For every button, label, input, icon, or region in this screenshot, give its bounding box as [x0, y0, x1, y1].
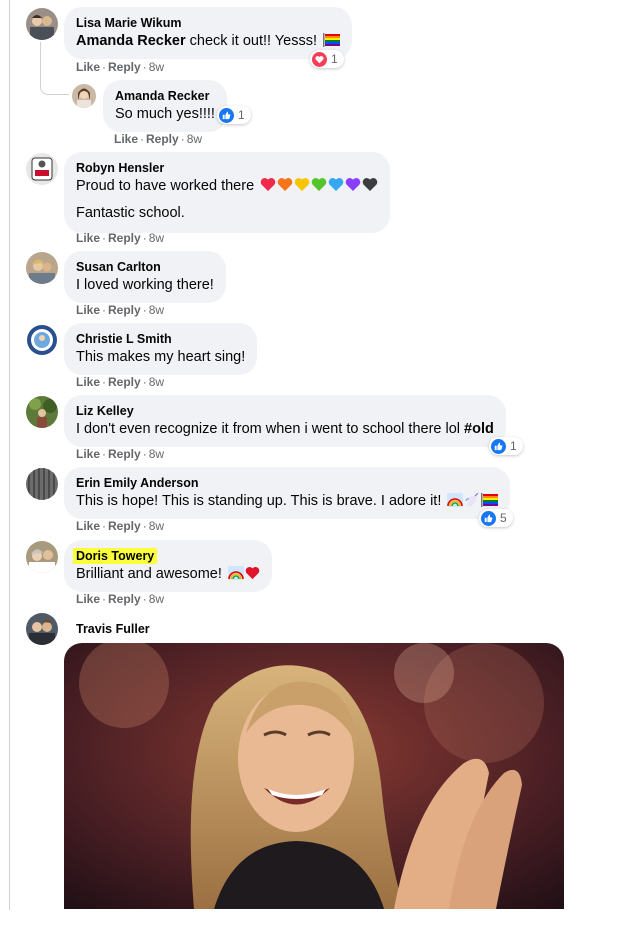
comment-author[interactable]: Christie L Smith — [76, 331, 172, 347]
timestamp[interactable]: 8w — [149, 303, 164, 317]
heart-emoji-icon — [328, 178, 344, 191]
reply-button[interactable]: Reply — [108, 375, 141, 389]
comment-bubble: Lisa Marie Wikum Amanda Recker check it … — [64, 7, 353, 59]
timestamp[interactable]: 8w — [187, 132, 202, 146]
like-button[interactable]: Like — [76, 303, 100, 317]
comment-actions: Like · Reply · 8w — [76, 375, 165, 389]
reaction-summary[interactable]: 1 — [310, 50, 344, 68]
heart-emojis — [260, 177, 378, 192]
comment-bubble: Amanda Recker So much yes!!!! — [103, 80, 227, 132]
comment-text-line-2: Fantastic school. — [76, 205, 185, 221]
comment-text: So much yes!!!! — [115, 106, 215, 122]
comment-author[interactable]: Lisa Marie Wikum — [76, 15, 181, 31]
thread-line — [9, 0, 10, 910]
comment-text: This is hope! This is standing up. This … — [76, 493, 442, 509]
heart-emoji-icon — [345, 178, 361, 191]
avatar[interactable] — [26, 613, 58, 645]
avatar[interactable] — [26, 252, 58, 284]
reaction-count: 1 — [510, 439, 517, 453]
heart-emoji-icon — [311, 178, 327, 191]
reply-button[interactable]: Reply — [108, 592, 141, 606]
timestamp[interactable]: 8w — [149, 592, 164, 606]
like-button[interactable]: Like — [76, 375, 100, 389]
timestamp[interactable]: 8w — [149, 375, 164, 389]
like-button[interactable]: Like — [76, 447, 100, 461]
avatar[interactable] — [26, 153, 58, 185]
reply-button[interactable]: Reply — [146, 132, 179, 146]
avatar[interactable] — [26, 396, 58, 428]
avatar[interactable] — [26, 468, 58, 500]
comment-text: I don't even recognize it from when i we… — [76, 421, 465, 437]
comment-text: I loved working there! — [76, 277, 214, 293]
reply-button[interactable]: Reply — [108, 60, 141, 74]
rainbow-unicorn-flag-emojis — [447, 493, 499, 507]
comment-author-wrap: Travis Fuller — [76, 620, 150, 638]
avatar[interactable] — [26, 541, 58, 573]
comment-author[interactable]: Travis Fuller — [76, 621, 150, 637]
heart-emoji-icon — [277, 178, 293, 191]
timestamp[interactable]: 8w — [149, 519, 164, 533]
timestamp[interactable]: 8w — [149, 60, 164, 74]
reaction-summary[interactable]: 1 — [217, 106, 251, 124]
comment-bubble: Liz Kelley I don't even recognize it fro… — [64, 395, 506, 447]
rainbow-flag-emoji — [323, 33, 341, 47]
comment-text: Brilliant and awesome! — [76, 566, 222, 582]
like-button[interactable]: Like — [76, 519, 100, 533]
reaction-count: 1 — [331, 52, 338, 66]
comment-author[interactable]: Robyn Hensler — [76, 160, 164, 176]
like-button[interactable]: Like — [76, 231, 100, 245]
comment-author-highlighted[interactable]: Doris Towery — [73, 548, 158, 564]
comment-actions: Like · Reply · 8w — [76, 447, 165, 461]
reaction-count: 5 — [500, 511, 507, 525]
reply-button[interactable]: Reply — [108, 519, 141, 533]
comment-bubble: Robyn Hensler Proud to have worked there… — [64, 152, 391, 233]
like-reaction-icon — [491, 438, 506, 454]
comment-actions: Like · Reply · 8w — [76, 519, 165, 533]
comment-bubble: Christie L Smith This makes my heart sin… — [64, 323, 258, 375]
comment-author[interactable]: Erin Emily Anderson — [76, 475, 198, 491]
heart-emoji-icon — [260, 178, 276, 191]
avatar[interactable] — [26, 8, 58, 40]
comment-author[interactable]: Susan Carlton — [76, 259, 161, 275]
comment-actions: Like · Reply · 8w — [76, 303, 165, 317]
comment-actions: Like · Reply · 8w — [76, 592, 165, 606]
mention-link[interactable]: Amanda Recker — [76, 33, 186, 49]
like-button[interactable]: Like — [76, 60, 100, 74]
comment-bubble: Doris Towery Brilliant and awesome! — [64, 540, 272, 592]
heart-emoji-icon — [362, 178, 378, 191]
comment-text: check it out!! Yesss! — [185, 33, 317, 49]
like-button[interactable]: Like — [76, 592, 100, 606]
reply-button[interactable]: Reply — [108, 231, 141, 245]
like-reaction-icon — [219, 107, 234, 123]
gif-image[interactable] — [64, 643, 564, 909]
timestamp[interactable]: 8w — [149, 447, 164, 461]
heart-emoji-icon — [294, 178, 310, 191]
avatar[interactable] — [72, 84, 96, 108]
comment-actions: Like · Reply · 8w — [114, 132, 203, 146]
avatar[interactable] — [26, 324, 58, 356]
comment-author[interactable]: Liz Kelley — [76, 403, 134, 419]
love-icon — [312, 51, 327, 67]
hashtag-link[interactable]: #old — [464, 421, 494, 437]
comment-author[interactable]: Amanda Recker — [115, 88, 210, 104]
rainbow-heart-emojis — [227, 566, 260, 580]
reaction-summary[interactable]: 5 — [479, 509, 513, 527]
comment-bubble: Susan Carlton I loved working there! — [64, 251, 226, 303]
like-reaction-icon — [481, 510, 496, 526]
comment-text: Proud to have worked there — [76, 178, 255, 194]
reaction-count: 1 — [238, 108, 245, 122]
timestamp[interactable]: 8w — [149, 231, 164, 245]
comment-actions: Like · Reply · 8w — [76, 60, 165, 74]
reaction-summary[interactable]: 1 — [489, 437, 523, 455]
reply-button[interactable]: Reply — [108, 447, 141, 461]
comment-actions: Like · Reply · 8w — [76, 231, 165, 245]
reply-button[interactable]: Reply — [108, 303, 141, 317]
comment-text: This makes my heart sing! — [76, 349, 246, 365]
like-button[interactable]: Like — [114, 132, 138, 146]
comment-bubble: Erin Emily Anderson This is hope! This i… — [64, 467, 511, 519]
reply-connector — [40, 42, 69, 95]
